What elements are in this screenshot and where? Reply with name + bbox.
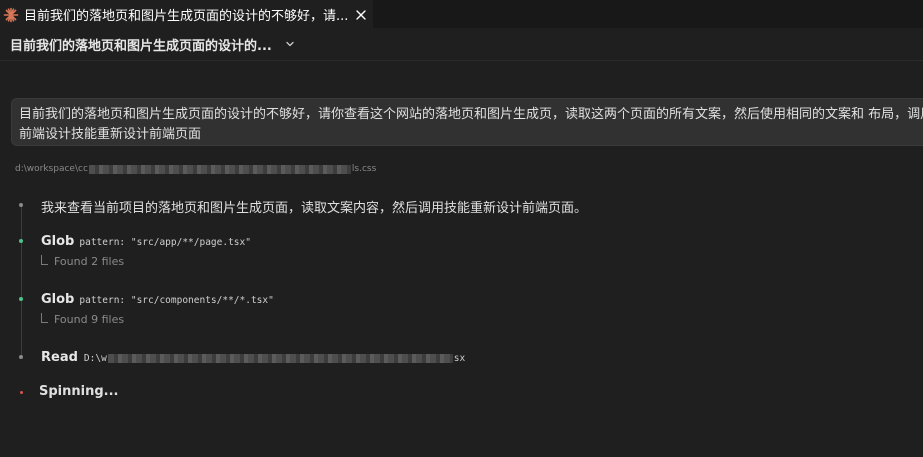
- tree-corner-icon: [41, 312, 48, 323]
- tool-result: Found 9 files: [41, 312, 125, 326]
- conversation-header: 目前我们的落地页和图片生成页面的设计的...: [0, 28, 923, 61]
- context-file-reference[interactable]: d:\workspace\cc ls.css: [15, 162, 376, 176]
- tool-call-glob-1[interactable]: Glob pattern: "src/app/**/page.tsx": [41, 234, 251, 249]
- read-path-prefix: D:\w: [83, 353, 107, 364]
- context-file-suffix: ls.css: [351, 164, 377, 174]
- conversation-title[interactable]: 目前我们的落地页和图片生成页面的设计的...: [10, 35, 272, 54]
- app-window: 目前我们的落地页和图片生成页面的设计的不够好，请... 目前我们的落地页和图片生…: [0, 0, 923, 457]
- redacted-path: [107, 354, 453, 363]
- success-dot: [19, 239, 23, 243]
- tool-result-text: Found 2 files: [54, 255, 125, 268]
- timeline-dot: [19, 203, 23, 207]
- chevron-down-icon[interactable]: [284, 38, 296, 50]
- claude-sparkle-icon: [3, 7, 19, 23]
- timeline-line: [21, 203, 22, 358]
- tool-name: Read: [41, 350, 78, 365]
- success-dot: [19, 297, 23, 301]
- tool-result-text: Found 9 files: [54, 313, 125, 326]
- tool-param: pattern: "src/components/**/*.tsx": [79, 295, 274, 306]
- read-path-suffix: sx: [453, 353, 466, 364]
- redacted-path: [88, 164, 351, 174]
- timeline-dot: [19, 355, 23, 359]
- tool-name: Glob: [41, 234, 75, 249]
- assistant-message: 我来查看当前项目的落地页和图片生成页面，读取文案内容，然后调用技能重新设计前端页…: [41, 201, 588, 216]
- context-file-prefix: d:\workspace\cc: [15, 164, 88, 174]
- tool-name: Glob: [41, 292, 75, 307]
- read-path: D:\w sx: [84, 353, 465, 364]
- tab-title: 目前我们的落地页和图片生成页面的设计的不够好，请...: [24, 9, 347, 24]
- tool-call-glob-2[interactable]: Glob pattern: "src/components/**/*.tsx": [41, 292, 274, 307]
- tree-corner-icon: [41, 254, 48, 265]
- user-message-text: 目前我们的落地页和图片生成页面的设计的不够好，请你查看这个网站的落地页和图片生成…: [19, 107, 923, 142]
- spinner-dot: [20, 391, 23, 394]
- user-message: 目前我们的落地页和图片生成页面的设计的不够好，请你查看这个网站的落地页和图片生成…: [11, 98, 923, 146]
- tool-result: Found 2 files: [41, 254, 125, 268]
- tool-param: pattern: "src/app/**/page.tsx": [79, 237, 251, 248]
- chat-tab[interactable]: 目前我们的落地页和图片生成页面的设计的不够好，请...: [0, 0, 373, 28]
- tool-call-read[interactable]: Read D:\w sx: [41, 350, 465, 365]
- status-text: Spinning...: [39, 384, 119, 399]
- close-icon[interactable]: [353, 7, 369, 23]
- tab-bar: 目前我们的落地页和图片生成页面的设计的不够好，请...: [0, 0, 923, 28]
